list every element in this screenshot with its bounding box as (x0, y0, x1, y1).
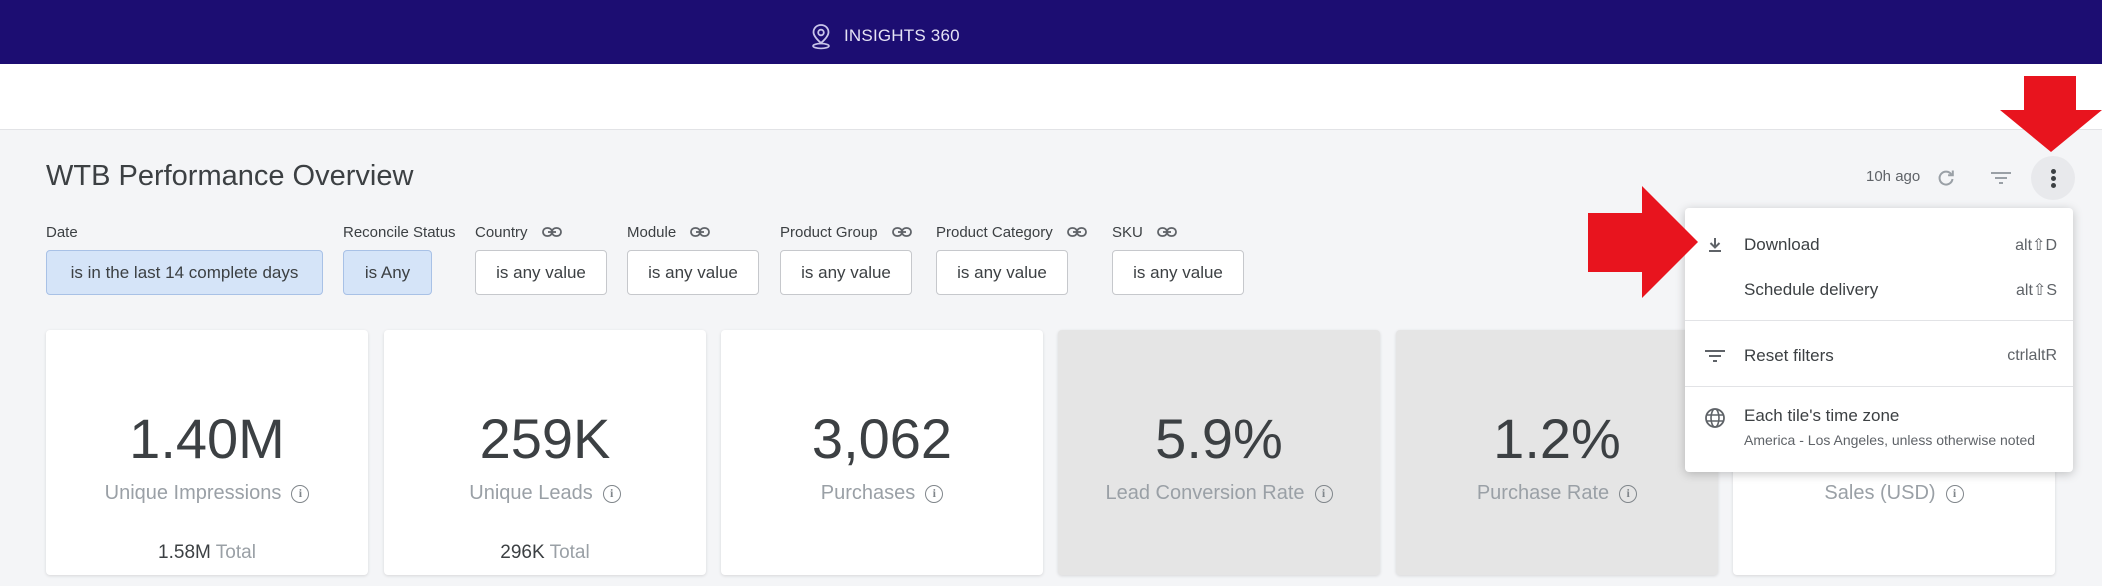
filter-value-reconcile-status[interactable]: is Any (343, 250, 432, 295)
filter-toggle-icon[interactable] (1986, 164, 2016, 192)
menu-divider (1685, 386, 2073, 387)
filter-label: Country (475, 223, 528, 241)
tile-unique-impressions[interactable]: 1.40M Unique Impressions i 1.58M Total (46, 330, 368, 575)
menu-divider (1685, 320, 2073, 321)
filter-value-country[interactable]: is any value (475, 250, 607, 295)
menu-item-label: Download (1744, 235, 1820, 254)
dashboard-menu-button[interactable] (2031, 156, 2075, 200)
filter-label: Product Category (936, 223, 1053, 241)
globe-icon (1703, 406, 1727, 430)
menu-item-shortcut: alt⇧D (2015, 237, 2057, 254)
filter-label: Date (46, 223, 78, 241)
filter-label: Reconcile Status (343, 223, 456, 241)
filter-label: Module (627, 223, 677, 241)
location-pin-icon (812, 24, 830, 50)
filter-module: Module is any value (627, 222, 759, 295)
tile-label: Purchases (820, 482, 916, 504)
tile-total-value: 296K (500, 542, 545, 563)
tile-label-row: Unique Leads i (384, 482, 706, 505)
annotation-arrow-down-icon (2000, 76, 2102, 152)
tile-label-row: Sales (USD) i (1733, 482, 2055, 505)
link-icon (1156, 227, 1177, 237)
info-icon[interactable]: i (602, 484, 621, 503)
tile-value: 5.9% (1155, 407, 1283, 470)
tile-total-word: Total (549, 542, 590, 563)
menu-item-shortcut: alt⇧S (2016, 282, 2057, 299)
annotation-arrow-right-icon (1588, 186, 1698, 298)
link-icon (541, 227, 562, 237)
toolbar-area (0, 64, 2102, 130)
tile-total: 296K Total (384, 542, 706, 564)
menu-item-time-zone[interactable]: Each tile's time zone America - Los Ange… (1685, 404, 2073, 456)
tile-value: 259K (479, 407, 611, 470)
info-icon[interactable]: i (1619, 484, 1638, 503)
dashboard-actions-menu: Download alt⇧D Schedule delivery alt⇧S R… (1685, 208, 2073, 472)
brand-name: INSIGHTS 360 (844, 26, 960, 45)
info-icon[interactable]: i (291, 484, 310, 503)
filter-sku: SKU is any value (1112, 222, 1244, 295)
tile-label-row: Lead Conversion Rate i (1058, 482, 1380, 505)
filter-label: SKU (1112, 223, 1143, 241)
tile-label: Unique Impressions (104, 482, 282, 504)
filter-lines-icon (1703, 344, 1727, 368)
tile-label: Unique Leads (469, 482, 593, 504)
tile-value: 3,062 (811, 407, 953, 470)
brand[interactable]: INSIGHTS 360 (808, 22, 960, 50)
menu-item-label: Reset filters (1744, 346, 1834, 365)
tile-purchase-rate[interactable]: 1.2% Purchase Rate i (1396, 330, 1718, 575)
last-updated: 10h ago (1866, 168, 1921, 185)
filter-value-product-category[interactable]: is any value (936, 250, 1068, 295)
menu-item-subtext: America - Los Angeles, unless otherwise … (1744, 432, 2036, 448)
tile-value: 1.40M (129, 407, 285, 470)
info-icon[interactable]: i (1314, 484, 1333, 503)
link-icon (690, 227, 711, 237)
filter-date: Date is in the last 14 complete days (46, 222, 323, 295)
filter-country: Country is any value (475, 222, 607, 295)
filter-product-group: Product Group is any value (780, 222, 912, 295)
filter-product-category: Product Category is any value (936, 222, 1087, 295)
filter-reconcile-status: Reconcile Status is Any (343, 222, 456, 295)
tile-label-row: Purchases i (721, 482, 1043, 505)
tile-unique-leads[interactable]: 259K Unique Leads i 296K Total (384, 330, 706, 575)
info-icon[interactable]: i (925, 484, 944, 503)
tile-label-row: Unique Impressions i (46, 482, 368, 505)
menu-item-download[interactable]: Download alt⇧D (1685, 230, 2073, 260)
menu-item-label: Schedule delivery (1744, 280, 1879, 299)
download-icon (1703, 233, 1727, 257)
info-icon[interactable]: i (1945, 484, 1964, 503)
tile-label-row: Purchase Rate i (1396, 482, 1718, 505)
filter-value-product-group[interactable]: is any value (780, 250, 912, 295)
filter-value-module[interactable]: is any value (627, 250, 759, 295)
tile-value: 1.2% (1493, 407, 1621, 470)
link-icon (1066, 227, 1087, 237)
dashboard-title: WTB Performance Overview (46, 160, 414, 192)
filter-value-date[interactable]: is in the last 14 complete days (46, 250, 323, 295)
tile-total-word: Total (215, 542, 256, 563)
tile-lead-conversion-rate[interactable]: 5.9% Lead Conversion Rate i (1058, 330, 1380, 575)
tile-label: Sales (USD) (1824, 482, 1936, 504)
top-bar: INSIGHTS 360 (0, 0, 2102, 64)
tile-label: Purchase Rate (1476, 482, 1610, 504)
tile-purchases[interactable]: 3,062 Purchases i (721, 330, 1043, 575)
tile-total-value: 1.58M (158, 542, 211, 563)
tile-total: 1.58M Total (46, 542, 368, 564)
refresh-icon[interactable] (1932, 164, 1960, 192)
filter-value-sku[interactable]: is any value (1112, 250, 1244, 295)
filter-label: Product Group (780, 223, 878, 241)
menu-item-label: Each tile's time zone (1744, 406, 1900, 425)
menu-item-shortcut: ctrlaltR (2007, 347, 2057, 364)
menu-item-schedule-delivery[interactable]: Schedule delivery alt⇧S (1685, 275, 2073, 305)
tile-label: Lead Conversion Rate (1105, 482, 1305, 504)
link-icon (891, 227, 912, 237)
menu-item-reset-filters[interactable]: Reset filters ctrlaltR (1685, 341, 2073, 371)
more-vert-icon (2050, 167, 2056, 190)
